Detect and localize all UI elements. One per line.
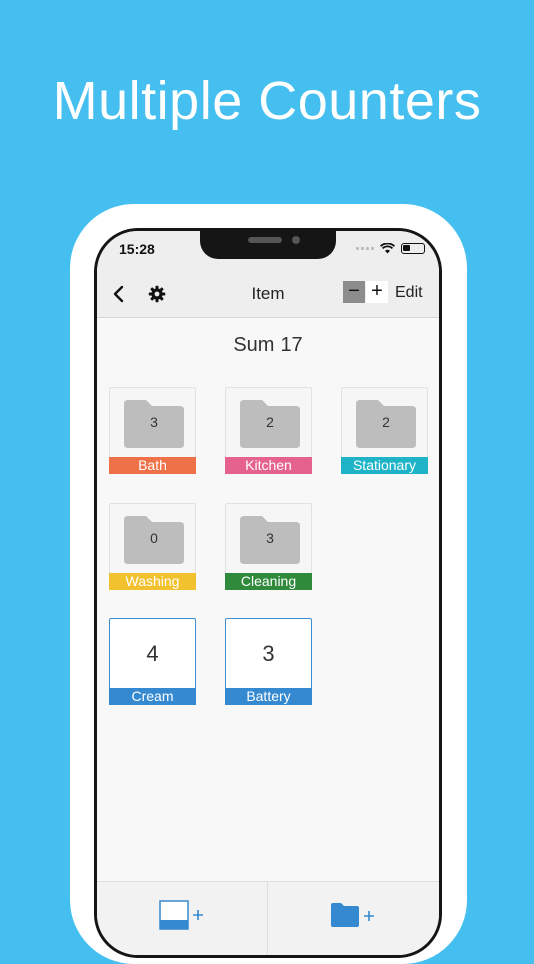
folder-count: 2	[382, 414, 390, 430]
app-screen: 15:28 Item − + Edit Sum 17 3 Bath 2 Kitc…	[97, 231, 439, 955]
chevron-left-icon	[113, 285, 124, 303]
front-camera	[292, 236, 300, 244]
nav-bar: Item − + Edit	[97, 271, 439, 318]
counter-value: 4	[146, 641, 159, 666]
folder-count: 2	[266, 414, 274, 430]
folder-count: 3	[150, 414, 158, 430]
add-folder-button[interactable]	[268, 882, 438, 955]
counter-value: 3	[262, 641, 275, 666]
phone-notch	[200, 231, 336, 259]
folder-tile-washing[interactable]: 0 Washing	[109, 503, 196, 590]
folder-tile-cleaning[interactable]: 3 Cleaning	[225, 503, 312, 590]
folder-tile-kitchen[interactable]: 2 Kitchen	[225, 387, 312, 474]
edit-button[interactable]: Edit	[395, 284, 423, 302]
folder-tile-stationary[interactable]: 2 Stationary	[341, 387, 428, 474]
status-time: 15:28	[119, 241, 155, 257]
tile-label: Kitchen	[225, 457, 312, 474]
wifi-icon	[380, 243, 395, 254]
add-counter-button[interactable]	[97, 882, 268, 955]
settings-button[interactable]	[143, 280, 171, 308]
counter-tile-battery[interactable]: 3 Battery	[225, 618, 312, 705]
tile-label: Cleaning	[225, 573, 312, 590]
battery-icon	[401, 243, 425, 254]
decrement-button[interactable]: −	[343, 281, 365, 303]
tile-label: Cream	[109, 688, 196, 705]
bottom-toolbar	[97, 881, 439, 955]
speaker-grille	[248, 237, 282, 243]
sum-label: Sum	[233, 334, 275, 356]
item-grid: 3 Bath 2 Kitchen 2 Stationary 0 Washing	[109, 387, 429, 717]
page-title: Item	[251, 284, 285, 303]
add-folder-icon	[331, 903, 374, 927]
tile-label: Stationary	[341, 457, 428, 474]
tile-label: Bath	[109, 457, 196, 474]
sum-value: 17	[280, 334, 303, 356]
back-button[interactable]	[105, 280, 133, 308]
add-counter-icon	[159, 900, 203, 930]
tile-label: Battery	[225, 688, 312, 705]
folder-count: 0	[150, 530, 158, 546]
headline: Multiple Counters	[52, 71, 482, 131]
signal-icon	[356, 247, 374, 250]
status-icons	[356, 243, 425, 254]
folder-count: 3	[266, 530, 274, 546]
gear-icon	[148, 285, 166, 303]
folder-tile-bath[interactable]: 3 Bath	[109, 387, 196, 474]
counter-tile-cream[interactable]: 4 Cream	[109, 618, 196, 705]
increment-button[interactable]: +	[366, 281, 388, 303]
sum-display: Sum 17	[97, 334, 439, 357]
tile-label: Washing	[109, 573, 196, 590]
